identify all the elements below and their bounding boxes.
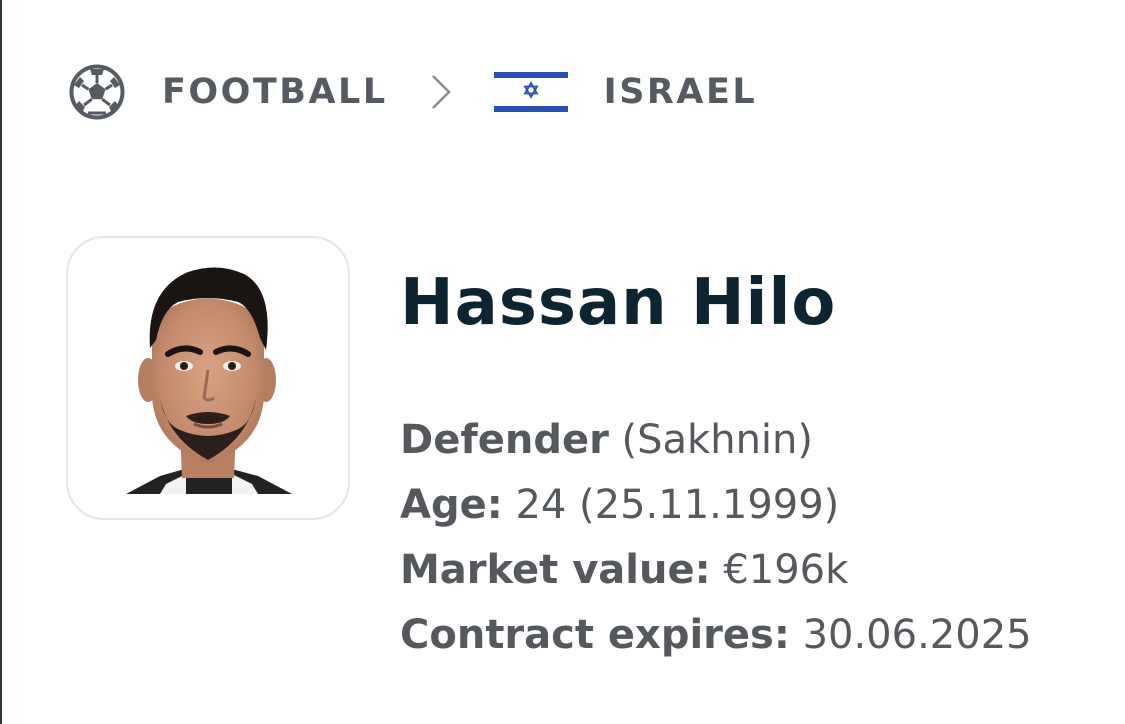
breadcrumb-football[interactable]: FOOTBALL	[68, 63, 388, 121]
israel-flag-icon	[493, 70, 568, 114]
football-icon	[68, 63, 126, 121]
player-page: FOOTBALL ISRAEL Hassan Hilo Defender (Sa…	[0, 0, 1125, 724]
contract-value: 30.06.2025	[802, 612, 1032, 658]
chevron-right-icon	[428, 72, 454, 112]
player-name: Hassan Hilo	[400, 266, 837, 340]
position-row: Defender (Sakhnin)	[400, 412, 1032, 477]
market-value: €196k	[723, 547, 849, 593]
position-value: Defender	[400, 417, 609, 463]
contract-label: Contract expires:	[400, 612, 790, 658]
age-label: Age:	[400, 482, 503, 528]
age-row: Age: 24 (25.11.1999)	[400, 477, 1032, 542]
contract-row: Contract expires: 30.06.2025	[400, 607, 1032, 672]
breadcrumb-israel[interactable]: ISRAEL	[493, 70, 758, 114]
market-value-label: Market value:	[400, 547, 711, 593]
market-value-row: Market value: €196k	[400, 542, 1032, 607]
player-photo	[66, 236, 350, 520]
breadcrumb-israel-label: ISRAEL	[603, 72, 758, 112]
player-details: Defender (Sakhnin) Age: 24 (25.11.1999) …	[400, 412, 1032, 672]
breadcrumb-football-label: FOOTBALL	[162, 72, 388, 112]
age-value: 24 (25.11.1999)	[515, 482, 840, 528]
club-value: (Sakhnin)	[621, 417, 813, 463]
breadcrumb: FOOTBALL ISRAEL	[68, 62, 757, 122]
